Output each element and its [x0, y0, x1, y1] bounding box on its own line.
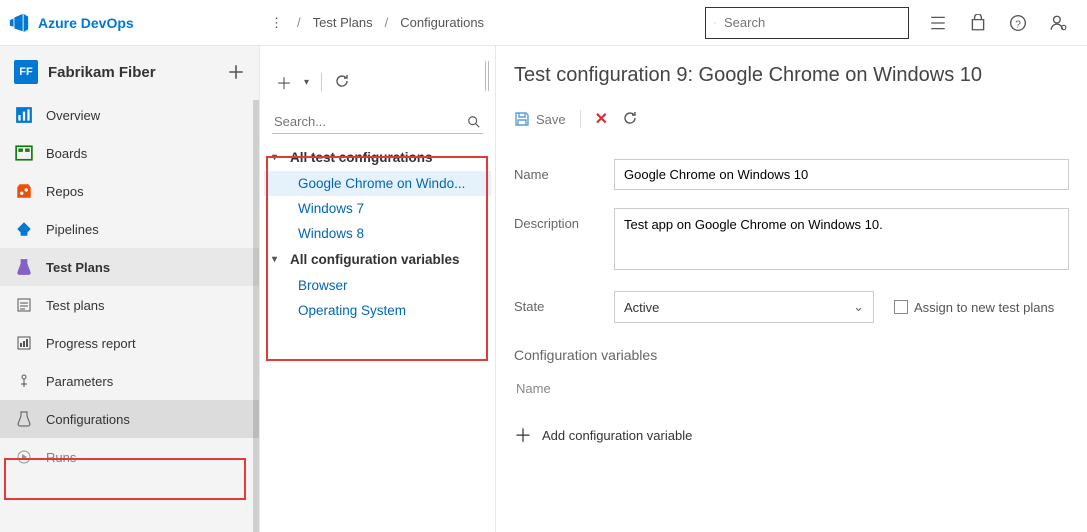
detail-refresh-button[interactable] [622, 110, 638, 129]
state-label: State [514, 291, 614, 314]
tree-item-windows-8[interactable]: Windows 8 [264, 221, 491, 246]
tree-item-windows-7[interactable]: Windows 7 [264, 196, 491, 221]
checkbox-icon [894, 300, 908, 314]
pipelines-icon [14, 219, 34, 239]
assign-checkbox[interactable]: Assign to new test plans [894, 300, 1054, 315]
boards-icon [14, 143, 34, 163]
parameters-icon [14, 371, 34, 391]
breadcrumb: ⋮ / Test Plans / Configurations [260, 15, 705, 31]
tree-group-configurations[interactable]: ▾ All test configurations [264, 144, 491, 171]
column-resize-handle[interactable] [481, 56, 489, 96]
nav-test-plans[interactable]: Test Plans [0, 248, 259, 286]
repos-icon [14, 181, 34, 201]
nav-repos[interactable]: Repos [0, 172, 259, 210]
global-search[interactable] [705, 7, 909, 39]
shopping-bag-icon[interactable] [969, 14, 987, 32]
nav-sub-test-plans[interactable]: Test plans [0, 286, 259, 324]
test-plans-icon [14, 257, 34, 277]
more-icon[interactable]: ⋮ [270, 15, 285, 31]
nav-test-plans-label: Test Plans [46, 260, 110, 275]
scrollbar[interactable] [253, 100, 259, 532]
add-configuration-variable-button[interactable]: ＋ Add configuration variable [514, 414, 1069, 448]
nav-overview[interactable]: Overview [0, 96, 259, 134]
tree-search[interactable] [272, 110, 483, 134]
progress-report-icon [14, 333, 34, 353]
project-badge: FF [14, 60, 38, 84]
tree-item-operating-system[interactable]: Operating System [264, 298, 491, 323]
description-label: Description [514, 208, 614, 231]
name-input[interactable] [614, 159, 1069, 190]
breadcrumb-configurations[interactable]: Configurations [400, 15, 484, 30]
add-project-icon[interactable] [227, 63, 245, 81]
nav-boards[interactable]: Boards [0, 134, 259, 172]
caret-down-icon: ▾ [272, 254, 284, 265]
list-icon[interactable] [929, 14, 947, 32]
refresh-icon [334, 73, 350, 89]
add-dropdown-chevron-icon[interactable]: ▾ [300, 75, 313, 90]
project-name[interactable]: Fabrikam Fiber [48, 64, 217, 81]
name-label: Name [514, 159, 614, 182]
brand-label: Azure DevOps [38, 15, 134, 31]
tree-search-input[interactable] [274, 114, 467, 129]
description-input[interactable] [614, 208, 1069, 270]
nav-pipelines[interactable]: Pipelines [0, 210, 259, 248]
tree-item-browser[interactable]: Browser [264, 273, 491, 298]
test-plans-sub-icon [14, 295, 34, 315]
close-button[interactable]: ✕ [595, 109, 608, 129]
breadcrumb-test-plans[interactable]: Test Plans [313, 15, 373, 30]
search-icon [714, 16, 716, 30]
nav-boards-label: Boards [46, 146, 87, 161]
nav-sub-configurations[interactable]: Configurations [0, 400, 259, 438]
nav-sub-parameters[interactable]: Parameters [0, 362, 259, 400]
svg-text:?: ? [1015, 19, 1021, 30]
tree-item-chrome-windows-10[interactable]: Google Chrome on Windo... [264, 171, 491, 196]
runs-icon [14, 447, 34, 467]
configurations-icon [14, 409, 34, 429]
caret-down-icon: ▾ [272, 152, 284, 163]
config-variables-header-name: Name [514, 375, 1069, 414]
global-search-input[interactable] [724, 15, 900, 30]
plus-icon: ＋ [514, 422, 532, 448]
chevron-down-icon: ⌄ [853, 299, 864, 315]
overview-icon [14, 105, 34, 125]
nav-overview-label: Overview [46, 108, 100, 123]
refresh-icon [622, 110, 638, 126]
user-settings-icon[interactable] [1049, 14, 1067, 32]
tree-group-variables[interactable]: ▾ All configuration variables [264, 246, 491, 273]
nav-pipelines-label: Pipelines [46, 222, 99, 237]
nav-repos-label: Repos [46, 184, 84, 199]
refresh-button[interactable] [330, 71, 354, 94]
tree-search-icon [467, 115, 481, 129]
add-button[interactable]: ＋ [272, 68, 296, 96]
state-select[interactable]: Active ⌄ [614, 291, 874, 323]
save-icon [514, 111, 530, 127]
nav-sub-progress-report[interactable]: Progress report [0, 324, 259, 362]
help-icon[interactable]: ? [1009, 14, 1027, 32]
azure-devops-logo-icon [8, 12, 30, 34]
save-button[interactable]: Save [514, 111, 566, 127]
config-variables-title: Configuration variables [514, 347, 1069, 363]
detail-title: Test configuration 9: Google Chrome on W… [514, 64, 1069, 87]
nav-sub-runs[interactable]: Runs [0, 438, 259, 476]
